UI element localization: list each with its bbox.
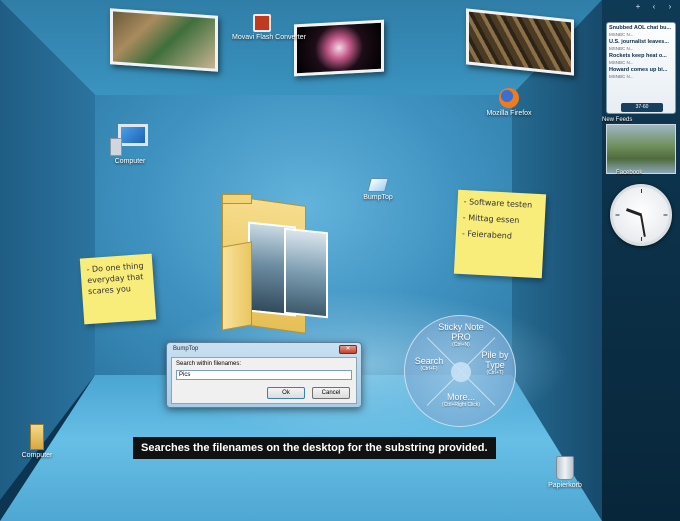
feed-headline: U.S. journalist leaves... [609, 39, 669, 45]
feed-item[interactable]: U.S. journalist leaves... MSNBC N... [609, 39, 673, 51]
feed-item[interactable]: Snubbed AOL chat bu... MSNBC N... [609, 25, 673, 37]
pie-item-hint: (Ctrl+T) [486, 370, 504, 376]
feed-headline: Snubbed AOL chat bu... [609, 25, 672, 31]
feed-source: MSNBC N... [609, 32, 634, 37]
pie-item-hint: (Ctrl+Right Click) [442, 402, 480, 408]
news-label: New Feeds [602, 117, 633, 123]
sidebar-toolbar: + ‹ › [602, 2, 680, 14]
trash-icon [556, 456, 574, 480]
dialog-body: Search within filenames: Pics Ok Cancel [171, 357, 357, 404]
pie-item-label: More... [446, 392, 475, 402]
pie-menu: Sticky Note PRO (Ctrl+N) Search (Ctrl+F)… [404, 315, 516, 427]
pie-item-label: Sticky Note [438, 322, 484, 332]
folder-photo [284, 227, 328, 319]
pie-item-hint: (Ctrl+N) [452, 342, 470, 348]
folder-icon [30, 424, 44, 450]
pie-item-label: Search [414, 356, 444, 366]
computer-icon [110, 124, 150, 156]
sticky-note-line: - Feierabend [461, 229, 513, 241]
close-button[interactable]: ✕ [339, 345, 357, 354]
sticky-note-line: - Software testen [463, 197, 533, 210]
close-icon: ✕ [345, 346, 351, 352]
facebook-label: Facebook [616, 170, 643, 176]
search-label: Search within filenames: [176, 361, 242, 367]
feed-item[interactable]: Rockets keep heat o... MSNBC N... [609, 53, 673, 65]
clock-minute-hand [640, 214, 646, 237]
pie-item-more[interactable]: More... (Ctrl+Right Click) [435, 392, 487, 408]
clock-tick [640, 237, 642, 241]
desktop-icon-label: Computer [114, 158, 146, 165]
feed-headline: Rockets keep heat o... [609, 53, 667, 59]
pie-item-sticky-note[interactable]: Sticky Note PRO (Ctrl+N) [431, 322, 491, 348]
firefox-icon [499, 88, 519, 108]
feed-headlines-gadget: Snubbed AOL chat bu... MSNBC N... U.S. j… [606, 22, 676, 114]
desktop-icon-computer-folder[interactable]: Computer [14, 424, 60, 459]
pie-item-sublabel: PRO [451, 332, 471, 342]
slideshow-gadget[interactable] [606, 124, 676, 174]
desktop-icon-bumptop[interactable]: BumpTop [358, 178, 398, 201]
sticky-note-line: - Mittag essen [462, 213, 520, 225]
clock-tick [640, 189, 642, 193]
folder-tab [222, 194, 252, 204]
movavi-icon [253, 14, 271, 32]
desktop-icon-label: Papierkorb [548, 482, 582, 489]
windows-sidebar: + ‹ › Snubbed AOL chat bu... MSNBC N... … [602, 0, 680, 521]
pie-item-pile-by-type[interactable]: Pile by Type (Ctrl+T) [475, 350, 515, 376]
ok-button[interactable]: Ok [267, 387, 305, 399]
next-icon[interactable]: › [665, 2, 675, 12]
desktop-icon-label: BumpTop [363, 194, 393, 201]
desktop-icon-movavi[interactable]: Movavi Flash Converter [232, 14, 306, 41]
feed-item[interactable]: Howard comes up bi... MSNBC N... [609, 67, 673, 79]
sticky-note-left[interactable]: - Do one thing everyday that scares you [79, 253, 157, 325]
clock-tick [615, 214, 619, 216]
feed-source: MSNBC N... [609, 46, 634, 51]
clock-tick [663, 214, 667, 216]
folder-front [222, 241, 252, 331]
feed-source: MSNBC N... [609, 60, 634, 65]
sticky-note-text: - Do one thing everyday that scares you [86, 261, 144, 297]
previous-icon[interactable]: ‹ [649, 2, 659, 12]
pie-item-label: Pile by Type [481, 350, 509, 370]
search-input[interactable]: Pics [176, 370, 352, 380]
desktop-icon-label: Mozilla Firefox [486, 110, 532, 117]
search-dialog: BumpTop ✕ Search within filenames: Pics … [166, 342, 362, 408]
desktop-icon-label: Computer [21, 452, 53, 459]
tutorial-caption: Searches the filenames on the desktop fo… [133, 437, 496, 459]
desktop-icon-firefox[interactable]: Mozilla Firefox [484, 88, 534, 117]
dialog-title: BumpTop [173, 346, 199, 352]
pie-item-search[interactable]: Search (Ctrl+F) [407, 356, 451, 372]
photo-bark[interactable] [466, 8, 574, 76]
photo-flower[interactable] [294, 19, 384, 77]
add-gadget-icon[interactable]: + [633, 2, 643, 12]
pie-center[interactable] [451, 362, 471, 382]
photo-family[interactable] [110, 8, 218, 72]
feed-headline: Howard comes up bi... [609, 67, 668, 73]
feed-pager[interactable]: 37-60 [621, 103, 663, 112]
pie-item-hint: (Ctrl+F) [420, 366, 438, 372]
bumptop-icon [367, 178, 389, 192]
clock-gadget[interactable] [610, 184, 672, 246]
desktop-icon-recycle-bin[interactable]: Papierkorb [540, 456, 590, 489]
feed-source: MSNBC N... [609, 74, 634, 79]
sticky-note-right[interactable]: - Software testen - Mittag essen - Feier… [453, 189, 547, 279]
photo-folder-pile[interactable] [222, 194, 342, 334]
bumptop-desktop: Movavi Flash Converter Mozilla Firefox C… [0, 0, 602, 521]
desktop-icon-computer[interactable]: Computer [102, 124, 158, 165]
cancel-button[interactable]: Cancel [312, 387, 350, 399]
desktop-icon-label: Movavi Flash Converter [232, 34, 306, 41]
